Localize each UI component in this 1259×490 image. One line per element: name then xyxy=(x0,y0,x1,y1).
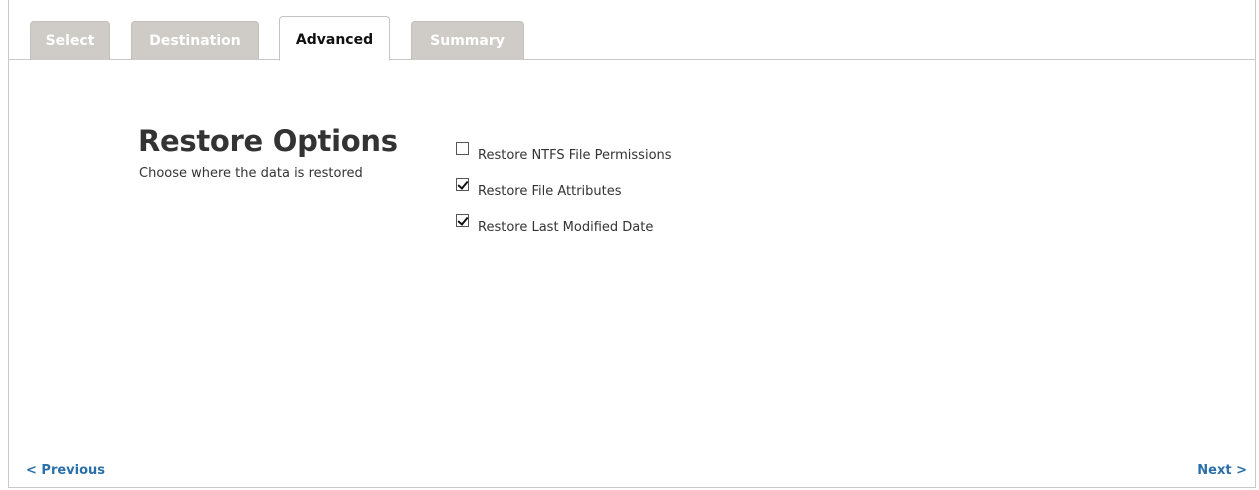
wizard-frame xyxy=(8,0,1256,488)
tab-select[interactable]: Select xyxy=(30,21,110,60)
restore-ntfs-permissions-checkbox[interactable] xyxy=(456,141,469,155)
restore-last-modified-date-label: Restore Last Modified Date xyxy=(478,219,654,235)
restore-last-modified-date-checkbox[interactable] xyxy=(456,213,469,227)
section-title: Restore Options xyxy=(138,124,398,158)
option-restore-last-modified-date[interactable]: Restore Last Modified Date xyxy=(456,212,654,235)
option-restore-ntfs-permissions[interactable]: Restore NTFS File Permissions xyxy=(456,140,672,163)
restore-file-attributes-label: Restore File Attributes xyxy=(478,183,622,199)
restore-file-attributes-checkbox[interactable] xyxy=(456,177,469,191)
next-link[interactable]: Next > xyxy=(1197,463,1247,478)
restore-ntfs-permissions-label: Restore NTFS File Permissions xyxy=(478,147,672,163)
option-restore-file-attributes[interactable]: Restore File Attributes xyxy=(456,176,622,199)
section-subtitle: Choose where the data is restored xyxy=(139,166,363,181)
tab-destination[interactable]: Destination xyxy=(131,21,259,60)
previous-link[interactable]: < Previous xyxy=(26,463,105,478)
tab-advanced[interactable]: Advanced xyxy=(279,16,390,61)
tab-summary[interactable]: Summary xyxy=(411,21,524,60)
